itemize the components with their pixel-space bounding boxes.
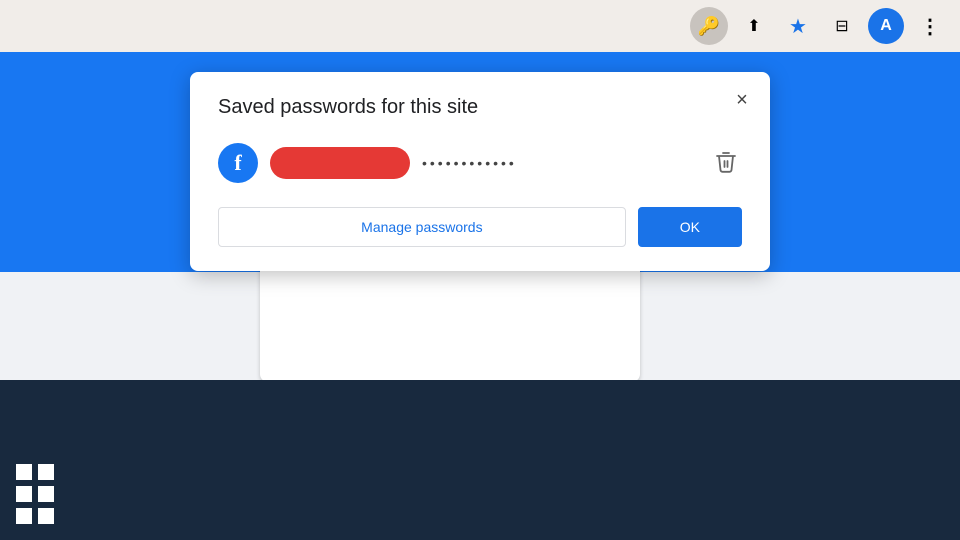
avatar-button[interactable]: A xyxy=(868,8,904,44)
media-icon: ⊟ xyxy=(835,16,848,36)
close-button[interactable]: × xyxy=(726,84,758,116)
manage-passwords-button[interactable]: Manage passwords xyxy=(218,207,626,247)
delete-password-button[interactable] xyxy=(710,145,742,182)
share-icon: ⬆ xyxy=(747,16,760,36)
browser-topbar: 🔑 ⬆ ★ ⊟ A ⋮ xyxy=(0,0,960,52)
media-button[interactable]: ⊟ xyxy=(824,8,860,44)
facebook-f-letter: f xyxy=(234,150,241,176)
popup-overlay: × Saved passwords for this site f ••••••… xyxy=(0,52,960,540)
key-button[interactable]: 🔑 xyxy=(690,7,728,45)
avatar-label: A xyxy=(880,17,892,35)
more-button[interactable]: ⋮ xyxy=(912,8,948,44)
redacted-username xyxy=(270,147,410,179)
popup-actions: Manage passwords OK xyxy=(218,207,742,247)
star-icon: ★ xyxy=(789,14,807,39)
trash-icon xyxy=(716,151,736,176)
ok-button[interactable]: OK xyxy=(638,207,742,247)
key-icon: 🔑 xyxy=(698,16,720,37)
more-icon: ⋮ xyxy=(920,14,940,39)
share-button[interactable]: ⬆ xyxy=(736,8,772,44)
saved-passwords-popup: × Saved passwords for this site f ••••••… xyxy=(190,72,770,271)
password-row: f •••••••••••• xyxy=(218,143,742,183)
saved-password-dots: •••••••••••• xyxy=(422,155,698,171)
facebook-site-icon: f xyxy=(218,143,258,183)
close-icon: × xyxy=(736,89,748,112)
popup-title: Saved passwords for this site xyxy=(218,96,742,119)
bookmark-button[interactable]: ★ xyxy=(780,8,816,44)
